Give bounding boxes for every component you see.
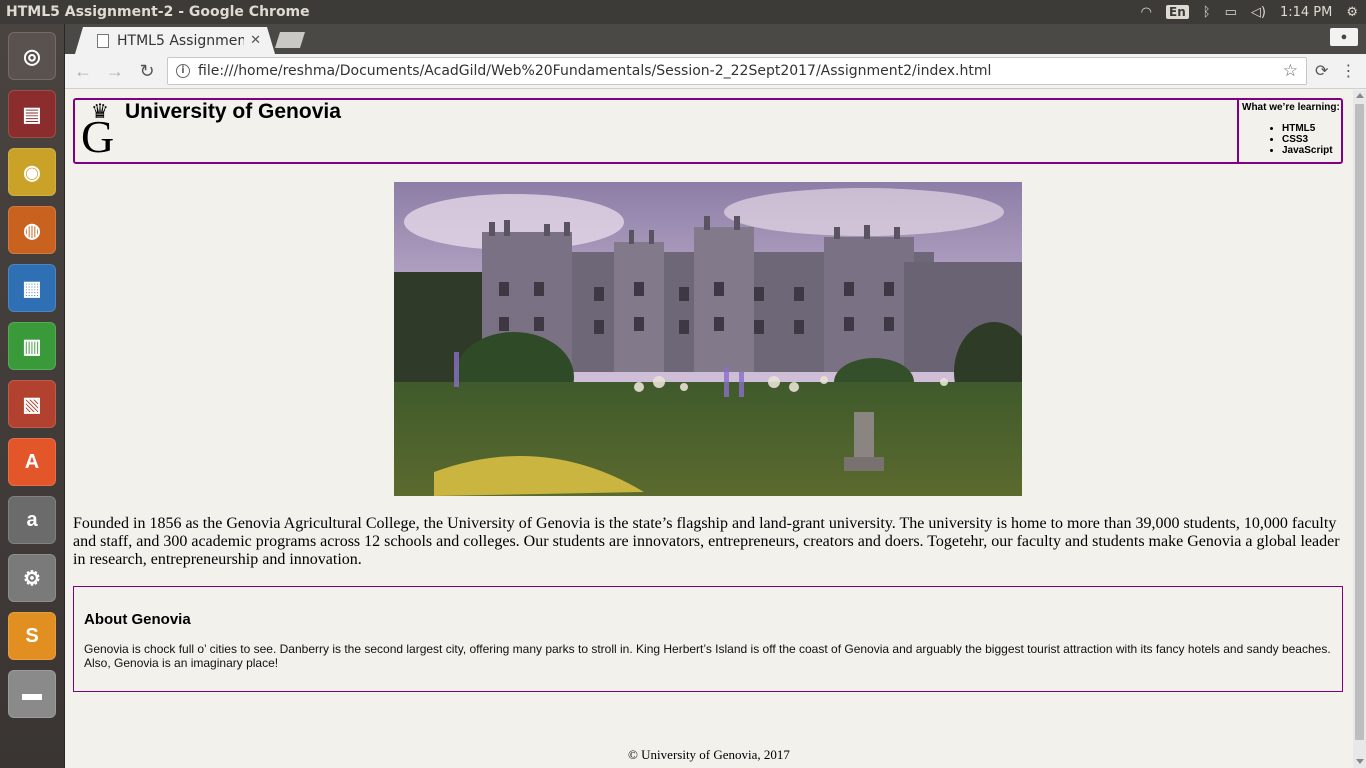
software-center-icon[interactable]: A [8,438,56,486]
logo-letter: G [81,111,115,162]
address-bar[interactable]: i file:///home/reshma/Documents/AcadGild… [167,57,1307,85]
scroll-up-arrow[interactable] [1356,93,1364,98]
settings-icon[interactable]: ⚙ [8,554,56,602]
chrome-icon[interactable]: ◉ [8,148,56,196]
about-section: About Genovia Genovia is chock full o’ c… [73,586,1343,692]
power-gear-icon[interactable]: ⚙ [1346,5,1358,20]
battery-icon[interactable]: ▭ [1225,5,1237,20]
tab-title: HTML5 Assignment [117,32,245,49]
workspace-switcher-icon[interactable]: ▬ [8,670,56,718]
calc-icon[interactable]: ▥ [8,322,56,370]
about-text: Genovia is chock full o’ cities to see. … [84,642,1331,670]
list-item: CSS3 [1282,134,1338,145]
scrollbar-thumb[interactable] [1355,104,1364,740]
about-heading: About Genovia [84,611,191,628]
writer-icon[interactable]: ▦ [8,264,56,312]
sublime-icon[interactable]: S [8,612,56,660]
list-item: JavaScript [1282,145,1338,156]
wifi-icon[interactable]: ◠ [1141,5,1152,20]
forward-button[interactable]: → [101,57,129,85]
intro-paragraph: Founded in 1856 as the Genovia Agricultu… [73,515,1340,568]
page-viewport: ♛ G University of Genovia What we’re lea… [65,90,1353,768]
ubuntu-dash-icon[interactable]: ◎ [8,32,56,80]
files-icon[interactable]: ▤ [8,90,56,138]
learning-sidebar: What we’re learning: HTML5 CSS3 JavaScri… [1237,100,1341,162]
site-header: ♛ G University of Genovia What we’re lea… [73,98,1343,164]
page-footer: © University of Genovia, 2017 [628,747,790,762]
document-icon [97,33,109,48]
impress-icon[interactable]: ▧ [8,380,56,428]
close-tab-icon[interactable]: ✕ [250,33,261,48]
menu-icon[interactable]: ⋮ [1340,61,1356,81]
clock[interactable]: 1:14 PM [1280,5,1332,20]
university-logo: ♛ G [81,102,121,160]
info-icon[interactable]: i [176,64,190,78]
firefox-icon[interactable]: ◍ [8,206,56,254]
list-item: HTML5 [1282,123,1338,134]
amazon-icon[interactable]: a [8,496,56,544]
system-tray: ◠ En ᛒ ▭ ◁) 1:14 PM ⚙ [1141,5,1366,20]
back-button[interactable]: ← [69,57,97,85]
new-tab-button[interactable] [275,32,305,48]
reload-button[interactable]: ↻ [133,57,161,85]
vertical-scrollbar[interactable] [1353,90,1366,768]
bluetooth-icon[interactable]: ᛒ [1203,5,1211,20]
learning-heading: What we’re learning: [1242,102,1340,113]
url-text: file:///home/reshma/Documents/AcadGild/W… [198,63,992,79]
os-top-panel: HTML5 Assignment-2 - Google Chrome ◠ En … [0,0,1366,24]
browser-toolbar: ← → ↻ i file:///home/reshma/Documents/Ac… [65,54,1366,89]
volume-icon[interactable]: ◁) [1251,5,1266,20]
campus-photo [394,182,1022,496]
window-title: HTML5 Assignment-2 - Google Chrome [6,4,310,20]
tab-bar: HTML5 Assignment ✕ ● [65,24,1366,54]
scroll-down-arrow[interactable] [1356,759,1364,764]
bookmark-star-icon[interactable]: ☆ [1283,61,1298,81]
site-title: University of Genovia [125,100,341,123]
learning-list: HTML5 CSS3 JavaScript [1282,123,1338,156]
tab-html5-assignment[interactable]: HTML5 Assignment ✕ [75,27,275,54]
launcher: ◎ ▤ ◉ ◍ ▦ ▥ ▧ A a ⚙ S ▬ [0,24,65,768]
profile-icon[interactable]: ● [1330,28,1358,46]
extension-icon[interactable]: ⟳ [1315,61,1328,81]
keyboard-layout-indicator[interactable]: En [1166,5,1189,19]
